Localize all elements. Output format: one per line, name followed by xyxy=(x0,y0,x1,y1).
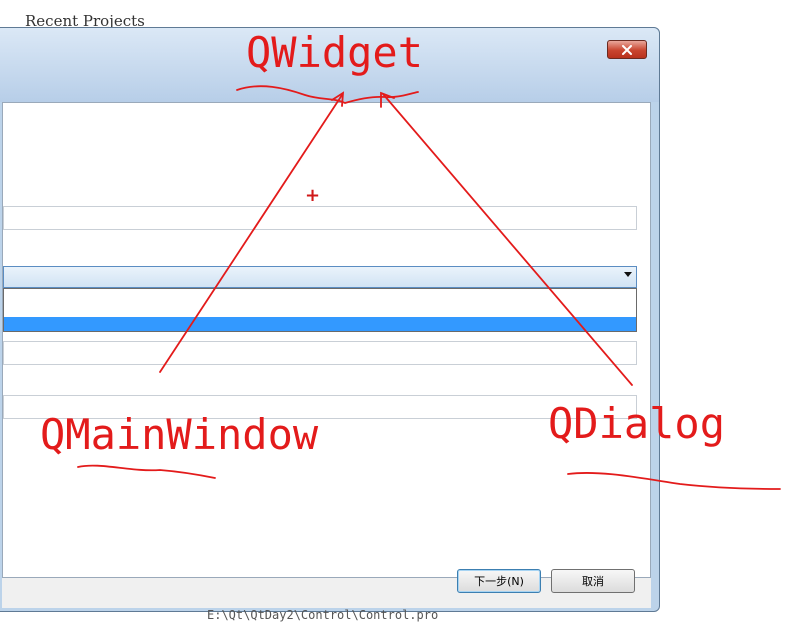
project-path: E:\Qt\QtDay2\Control\Control.pro xyxy=(207,608,439,622)
text-field-2[interactable] xyxy=(3,341,637,365)
kit-combo-box[interactable] xyxy=(3,266,637,288)
close-button[interactable] xyxy=(607,40,647,59)
dropdown-item[interactable] xyxy=(4,293,636,307)
cursor-crosshair: + xyxy=(305,185,321,206)
dialog-content xyxy=(2,102,651,578)
qdialog-label: QDialog xyxy=(548,399,726,448)
chevron-down-icon[interactable] xyxy=(624,272,632,277)
combo-dropdown-list xyxy=(3,288,637,332)
qmainwindow-label: QMainWindow xyxy=(40,410,319,459)
next-button[interactable]: 下一步(N) xyxy=(457,569,541,593)
close-icon xyxy=(622,44,632,55)
dropdown-item-selected[interactable] xyxy=(4,317,636,331)
text-field-1[interactable] xyxy=(3,206,637,230)
wizard-dialog: 下一步(N) 取消 xyxy=(0,27,660,612)
cancel-button[interactable]: 取消 xyxy=(551,569,635,593)
qwidget-label: QWidget xyxy=(246,28,424,77)
